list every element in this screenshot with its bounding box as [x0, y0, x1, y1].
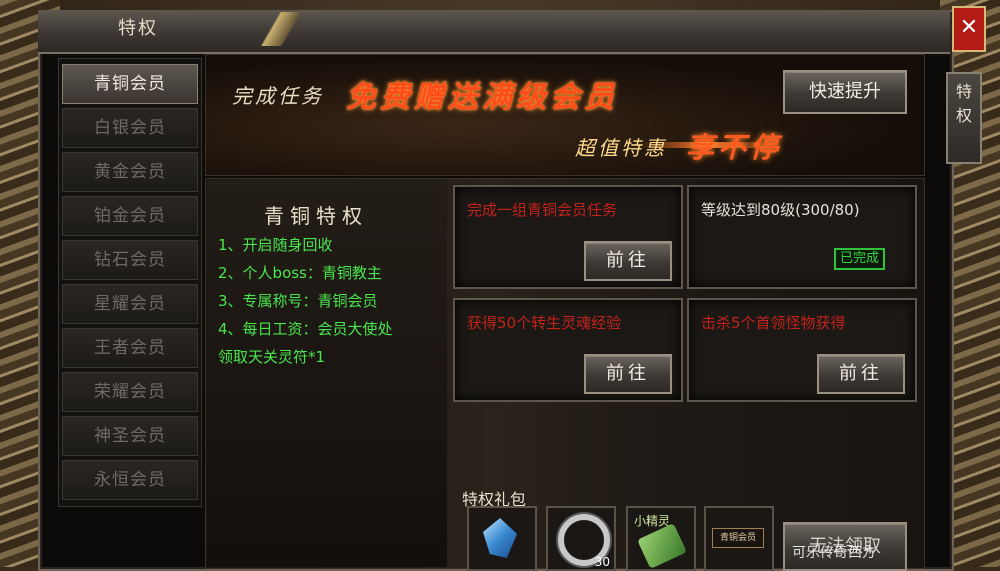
- sidebar-item-silver[interactable]: 白银会员: [62, 108, 198, 148]
- gift-slot[interactable]: [467, 506, 537, 571]
- go-button[interactable]: 前往: [584, 241, 672, 281]
- privilege-line: 领取天关灵符*1: [218, 348, 326, 366]
- banner-line1-prefix: 完成任务: [232, 84, 324, 108]
- gift-slot[interactable]: 青铜会员: [704, 506, 774, 571]
- sidebar-item-bronze[interactable]: 青铜会员: [62, 64, 198, 104]
- sidebar-item-diamond[interactable]: 钻石会员: [62, 240, 198, 280]
- task-text: 等级达到80级(300/80): [701, 201, 860, 219]
- crystal-gem-icon: [483, 518, 517, 558]
- banner-line2-highlight: 享不停: [686, 131, 783, 164]
- task-text: 完成一组青铜会员任务: [467, 201, 618, 219]
- sidebar-item-holy[interactable]: 神圣会员: [62, 416, 198, 456]
- task-text: 击杀5个首领怪物获得: [701, 314, 846, 332]
- title-bar: [38, 10, 950, 54]
- sidebar-item-platinum[interactable]: 铂金会员: [62, 196, 198, 236]
- sidebar-item-glory[interactable]: 荣耀会员: [62, 372, 198, 412]
- sidebar-item-eternal[interactable]: 永恒会员: [62, 460, 198, 500]
- privilege-title: 青铜特权: [264, 204, 368, 228]
- close-button[interactable]: ✕: [952, 6, 986, 52]
- privilege-line: 3、专属称号：青铜会员: [218, 292, 378, 310]
- go-button[interactable]: 前往: [584, 354, 672, 394]
- window-title: 特权: [118, 18, 158, 39]
- sidebar-item-king[interactable]: 王者会员: [62, 328, 198, 368]
- sidebar-item-star[interactable]: 星耀会员: [62, 284, 198, 324]
- completed-badge: 已完成: [834, 248, 886, 270]
- quick-promote-button[interactable]: 快速提升: [783, 70, 907, 114]
- privilege-line: 4、每日工资：会员大使处: [218, 320, 393, 338]
- banner-line2-prefix: 超值特惠: [575, 136, 667, 160]
- task-text: 获得50个转生灵魂经验: [467, 314, 622, 332]
- bronze-badge-icon: 青铜会员: [712, 528, 764, 548]
- gift-slot[interactable]: 小精灵: [626, 506, 696, 571]
- sidebar-item-gold[interactable]: 黄金会员: [62, 152, 198, 192]
- title-ornament: [250, 12, 330, 46]
- gift-slot[interactable]: 30: [546, 506, 616, 571]
- side-tab-label: 特权: [955, 82, 972, 125]
- banner-line1-highlight: 免费赠送满级会员: [346, 80, 618, 115]
- privilege-line: 2、个人boss：青铜教主: [218, 264, 382, 282]
- leaf-spirit-icon: [637, 523, 687, 569]
- watermark: 可乐传奇西方: [792, 545, 876, 561]
- side-tab-privilege[interactable]: 特权: [946, 72, 982, 164]
- task-card: 等级达到80级(300/80): [687, 185, 917, 289]
- go-button[interactable]: 前往: [817, 354, 905, 394]
- privilege-line: 1、开启随身回收: [218, 236, 333, 254]
